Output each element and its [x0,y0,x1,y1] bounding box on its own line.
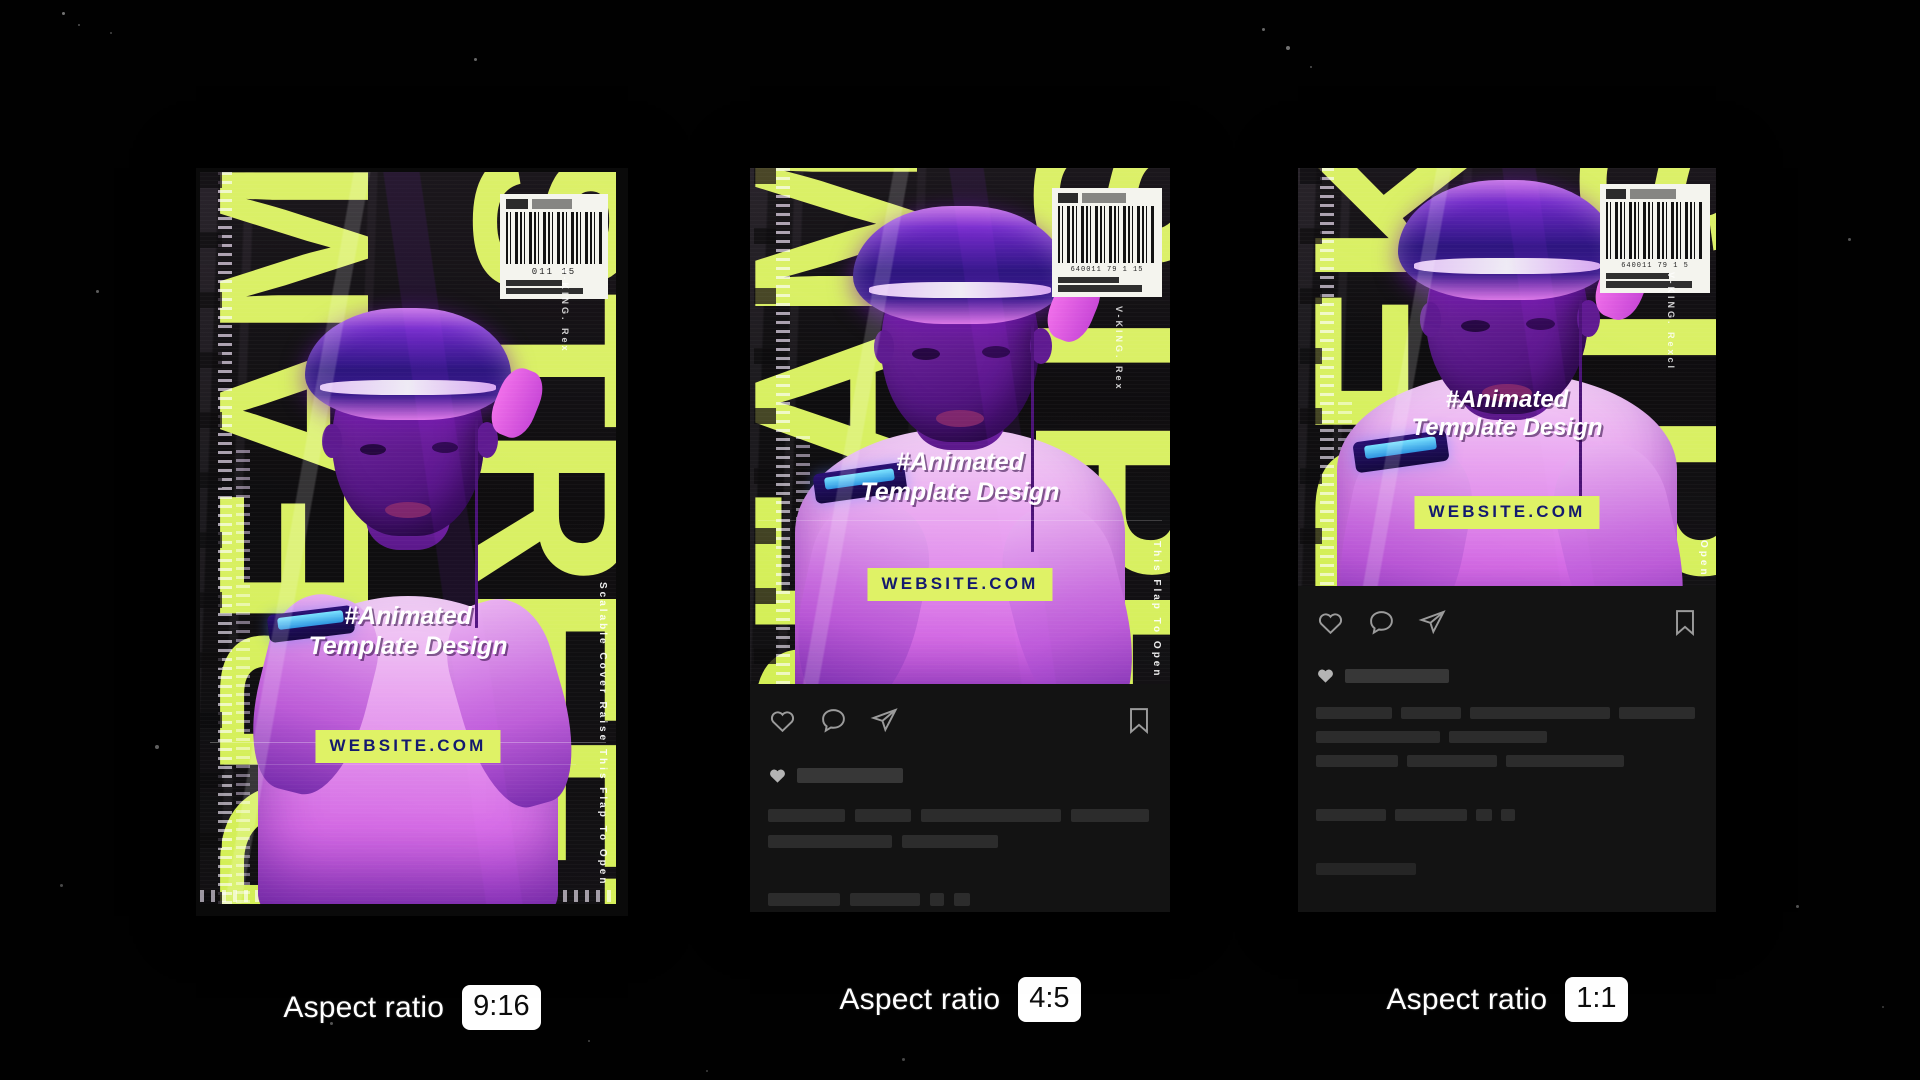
placeholder-bar [1407,755,1497,767]
likes-placeholder-bar [1345,668,1449,683]
poster-headline-4-5: #Animated Template Design [750,448,1170,507]
ratio-label: Aspect ratio [839,982,1001,1016]
share-icon[interactable] [1418,608,1447,642]
social-footer-1-1 [1298,586,1716,912]
share-icon[interactable] [870,706,899,740]
placeholder-bar [1506,755,1624,767]
placeholder-bar [954,893,970,906]
post-card-9-16[interactable]: DREAM STREET [196,168,628,916]
ratio-chip[interactable]: 1:1 [1565,977,1628,1022]
poster-barcode-9-16: 011 15 [500,194,608,299]
headline-line-1: #Animated [1445,386,1569,413]
ratio-row-9-16: Aspect ratio 9:16 [283,985,541,1030]
placeholder-bar [1316,809,1386,821]
placeholder-bar [1316,707,1392,719]
poster-barcode-4-5: 640011 79 1 15 [1052,188,1162,297]
social-action-bar-1-1 [1316,608,1698,642]
ratio-label: Aspect ratio [1386,982,1548,1016]
post-card-1-1[interactable]: TREK STREET [1298,168,1716,912]
placeholder-bar [768,809,845,822]
barcode-number: 640011 79 1 5 [1621,262,1689,270]
website-badge-9-16[interactable]: WEBSITE.COM [315,730,501,763]
like-icon[interactable] [768,706,797,740]
headline-line-2: Template Design [1411,414,1603,442]
placeholder-bar [1316,863,1416,875]
stage: DREAM STREET [0,0,1920,1080]
headline-line-2: Template Design [860,477,1060,506]
likes-placeholder-bar [797,768,903,783]
poster-vertical-copy-1-1: Open [1698,540,1709,578]
likes-row-1-1 [1316,666,1698,685]
poster-artwork-9-16: DREAM STREET [200,172,616,904]
headline-line-1: #Animated [896,448,1024,476]
placeholder-bar [850,893,920,906]
poster-artwork-1-1: TREK STREET [1298,168,1716,586]
social-action-bar-4-5 [768,706,1152,740]
placeholder-bar [1619,707,1695,719]
headline-line-1: #Animated [344,602,472,630]
placeholder-bar [855,809,911,822]
poster-headline-1-1: #Animated Template Design [1298,386,1716,443]
poster-vertical-copy-inner-1-1: V-KING. Rexcl [1666,272,1676,372]
card-column-4-5: DREAM STREET [750,168,1170,1022]
ratio-label: Aspect ratio [283,990,445,1024]
bookmark-icon[interactable] [1126,706,1152,740]
card-column-9-16: DREAM STREET [196,168,628,1030]
headline-line-2: Template Design [308,631,508,660]
heart-solid-icon [1318,669,1333,683]
poster-vertical-copy-inner-4-5: V-KING. Rex [1114,306,1124,392]
placeholder-bar [1401,707,1461,719]
poster-barcode-1-1: 640011 79 1 5 [1600,184,1710,293]
placeholder-bar [1501,809,1515,821]
website-badge-4-5[interactable]: WEBSITE.COM [867,568,1053,601]
placeholder-bar [921,809,1061,822]
barcode-number: 011 15 [531,266,577,277]
heart-solid-icon [770,769,785,783]
placeholder-bar [1449,731,1547,743]
placeholder-bar [1470,707,1610,719]
caption-placeholders-4-5 [768,809,1152,906]
poster-headline-9-16: #Animated Template Design [200,602,616,661]
ratio-chip[interactable]: 4:5 [1018,977,1081,1022]
placeholder-bar [902,835,998,848]
poster-vertical-copy-inner-9-16: V-KING. Rex [560,268,570,354]
placeholder-bar [1476,809,1492,821]
card-column-1-1: TREK STREET [1298,168,1716,1022]
placeholder-bar [1395,809,1467,821]
likes-row-4-5 [768,766,1152,785]
placeholder-bar [768,835,892,848]
caption-placeholders-1-1 [1316,707,1698,875]
ratio-row-4-5: Aspect ratio 4:5 [839,977,1081,1022]
social-footer-4-5 [750,684,1170,912]
placeholder-bar [768,893,840,906]
comment-icon[interactable] [1367,608,1396,642]
placeholder-bar [1071,809,1149,822]
placeholder-bar [1316,755,1398,767]
placeholder-bar [930,893,944,906]
ratio-chip[interactable]: 9:16 [462,985,541,1030]
placeholder-bar [1316,731,1440,743]
poster-artwork-4-5: DREAM STREET [750,168,1170,684]
poster-vertical-copy-4-5: This Flap To Open [1151,540,1162,678]
website-badge-1-1[interactable]: WEBSITE.COM [1414,496,1600,529]
bookmark-icon[interactable] [1672,608,1698,642]
comment-icon[interactable] [819,706,848,740]
post-card-4-5[interactable]: DREAM STREET [750,168,1170,912]
ratio-row-1-1: Aspect ratio 1:1 [1386,977,1628,1022]
barcode-number: 640011 79 1 15 [1070,266,1144,274]
like-icon[interactable] [1316,608,1345,642]
